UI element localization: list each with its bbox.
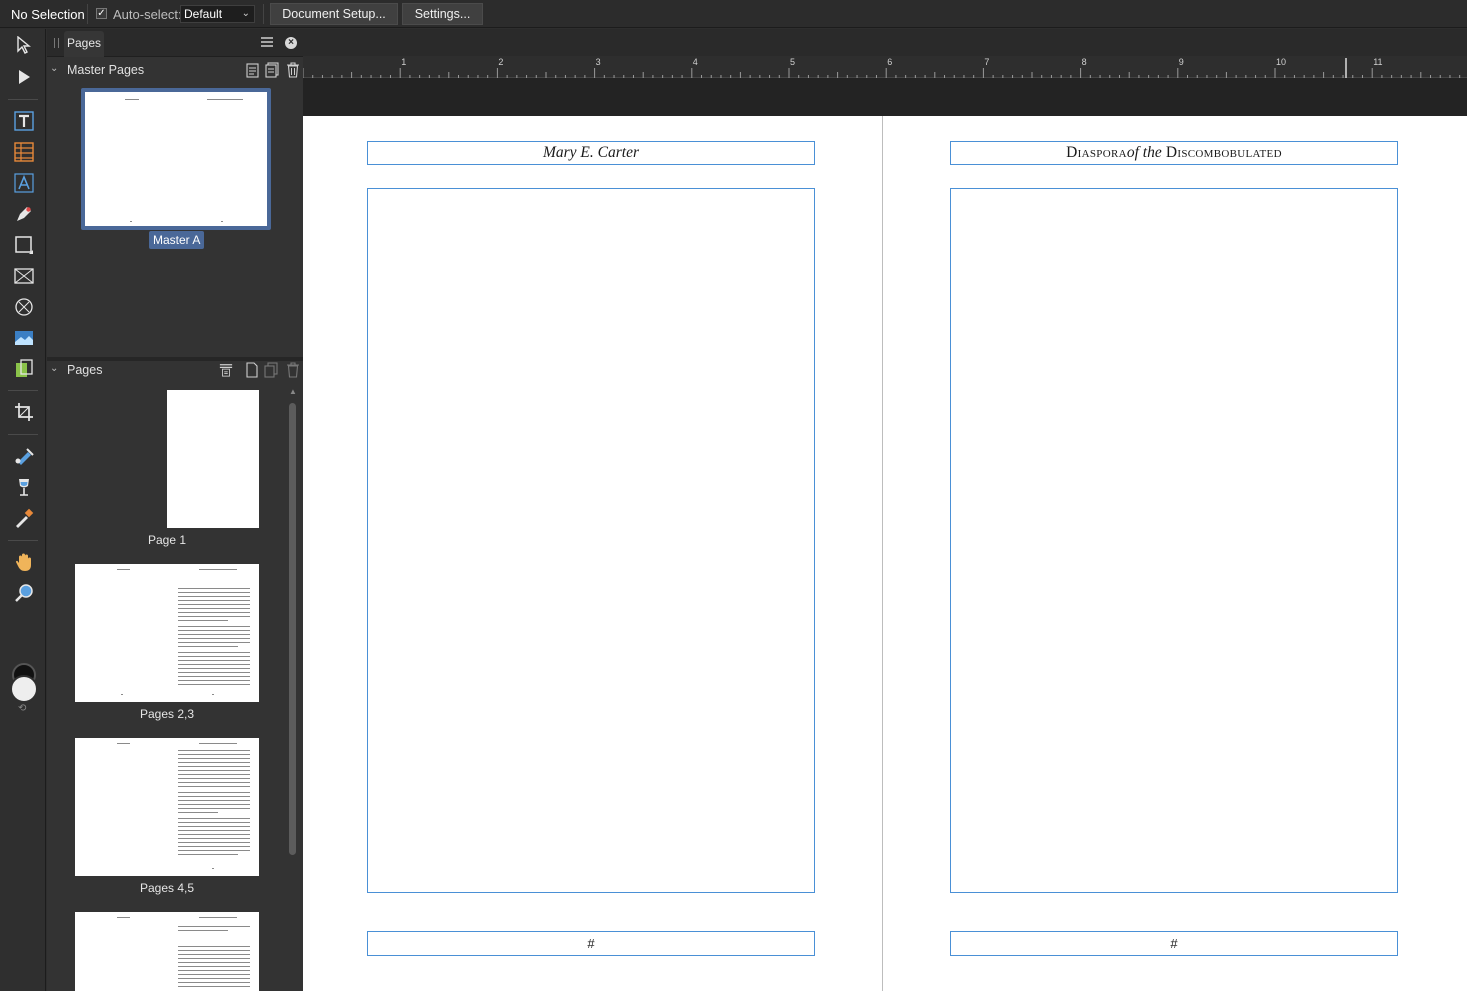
scroll-up-arrow-icon[interactable]: ▲ bbox=[289, 387, 297, 396]
document-setup-button[interactable]: Document Setup... bbox=[270, 3, 398, 25]
node-tool-icon[interactable] bbox=[11, 64, 37, 90]
ruler-label: 11 bbox=[1373, 57, 1382, 67]
fill-tool-icon[interactable] bbox=[11, 443, 37, 469]
pages-panel: Pages × ⌄ Master Pages Master A ⌄ Pages … bbox=[47, 29, 303, 991]
table-tool-icon[interactable] bbox=[11, 139, 37, 165]
foreground-color-swatch[interactable] bbox=[10, 675, 38, 703]
ruler-label: 3 bbox=[596, 57, 601, 67]
tab-pages[interactable]: Pages bbox=[64, 31, 104, 57]
ruler-label: 4 bbox=[693, 57, 698, 67]
tool-separator bbox=[8, 99, 38, 100]
master-a-thumbnail[interactable] bbox=[81, 88, 271, 230]
pages-6-7-thumbnail[interactable] bbox=[75, 912, 259, 991]
picture-frame-tool-icon[interactable] bbox=[11, 263, 37, 289]
page-1-thumbnail[interactable] bbox=[167, 390, 259, 528]
left-footer-frame[interactable]: # bbox=[367, 931, 815, 956]
pages-4-5-thumbnail[interactable] bbox=[75, 738, 259, 876]
document-canvas[interactable]: 123456789101112 Mary E. Carter # Diaspor… bbox=[303, 29, 1467, 991]
add-page-icon[interactable] bbox=[245, 362, 259, 378]
auto-select-value: Default bbox=[184, 7, 223, 21]
tools-panel: ⟲ bbox=[0, 29, 46, 991]
auto-select-checkbox[interactable]: ✓ bbox=[96, 8, 107, 19]
ruler-label: 9 bbox=[1179, 57, 1184, 67]
ruler-label: 8 bbox=[1082, 57, 1087, 67]
spread-fold-line bbox=[882, 116, 883, 991]
chevron-down-icon[interactable]: ⌄ bbox=[50, 363, 58, 374]
pages-title: Pages bbox=[67, 363, 103, 377]
chevron-down-icon: ⌄ bbox=[241, 8, 250, 19]
close-panel-icon[interactable]: × bbox=[285, 37, 297, 49]
right-header-part-2: of the bbox=[1126, 144, 1162, 161]
left-header-frame[interactable]: Mary E. Carter bbox=[367, 141, 815, 165]
pages-section-header[interactable]: ⌄ Pages bbox=[47, 358, 303, 384]
crop-tool-icon[interactable] bbox=[11, 399, 37, 425]
ruler-label: 7 bbox=[984, 57, 989, 67]
tool-separator bbox=[8, 390, 38, 391]
left-header-text: Mary E. Carter bbox=[542, 144, 639, 161]
ruler-label: 2 bbox=[498, 57, 503, 67]
page-spread[interactable]: Mary E. Carter # Diaspora of the Discomb… bbox=[303, 116, 1467, 991]
pen-tool-icon[interactable] bbox=[11, 201, 37, 227]
right-header-frame[interactable]: Diaspora of the Discombobulated bbox=[950, 141, 1398, 165]
left-page-number-field: # bbox=[587, 936, 595, 951]
trash-icon[interactable] bbox=[286, 62, 300, 78]
right-header-text: Diaspora of the Discombobulated bbox=[951, 142, 1397, 164]
toolbar-separator bbox=[87, 4, 88, 24]
tool-separator bbox=[8, 434, 38, 435]
ruler-label: 5 bbox=[790, 57, 795, 67]
ellipse-frame-tool-icon[interactable] bbox=[11, 294, 37, 320]
master-pages-section-header[interactable]: ⌄ Master Pages bbox=[47, 58, 303, 84]
pages-2-3-label: Pages 2,3 bbox=[139, 707, 195, 721]
pages-2-3-thumbnail[interactable] bbox=[75, 564, 259, 702]
view-tool-icon[interactable] bbox=[11, 549, 37, 575]
chevron-down-icon[interactable]: ⌄ bbox=[50, 63, 58, 74]
ruler-ticks: 123456789101112 bbox=[303, 57, 1461, 78]
place-tool-icon[interactable] bbox=[11, 356, 37, 382]
right-header-part-3: Discombobulated bbox=[1161, 144, 1282, 161]
right-page-number-field: # bbox=[1170, 936, 1178, 951]
context-toolbar: No Selection ✓ Auto-select: Default ⌄ Do… bbox=[0, 0, 1467, 28]
ruler-label: 6 bbox=[887, 57, 892, 67]
panel-menu-icon[interactable] bbox=[261, 37, 273, 47]
add-master-icon[interactable] bbox=[246, 62, 260, 78]
master-a-label[interactable]: Master A bbox=[149, 231, 205, 249]
move-tool-icon[interactable] bbox=[11, 32, 37, 58]
swap-colors-icon[interactable]: ⟲ bbox=[18, 703, 26, 714]
auto-select-dropdown[interactable]: Default ⌄ bbox=[180, 5, 255, 23]
artistic-text-tool-icon[interactable] bbox=[11, 170, 37, 196]
rectangle-tool-icon[interactable] bbox=[11, 232, 37, 258]
selection-status: No Selection bbox=[11, 7, 85, 22]
duplicate-page-icon[interactable] bbox=[264, 362, 278, 378]
canvas-top-strip bbox=[303, 29, 1467, 56]
left-body-text-frame[interactable] bbox=[367, 188, 815, 893]
pages-4-5-label: Pages 4,5 bbox=[139, 881, 195, 895]
settings-button[interactable]: Settings... bbox=[402, 3, 483, 25]
color-picker-tool-icon[interactable] bbox=[11, 505, 37, 531]
page-1-label: Page 1 bbox=[147, 533, 187, 547]
panel-tab-bar: Pages × bbox=[47, 29, 303, 57]
right-body-text-frame[interactable] bbox=[950, 188, 1398, 893]
horizontal-ruler[interactable]: 123456789101112 bbox=[303, 56, 1467, 78]
delete-page-icon[interactable] bbox=[286, 362, 300, 378]
zoom-tool-icon[interactable] bbox=[11, 580, 37, 606]
color-well[interactable]: ⟲ bbox=[9, 663, 39, 714]
right-header-part-1: Diaspora bbox=[1066, 144, 1127, 161]
panel-grip-icon[interactable] bbox=[54, 38, 59, 48]
transparency-tool-icon[interactable] bbox=[11, 474, 37, 500]
place-image-tool-icon[interactable] bbox=[11, 325, 37, 351]
duplicate-master-icon[interactable] bbox=[265, 62, 279, 78]
auto-select-label: Auto-select: bbox=[113, 7, 182, 22]
toolbar-separator bbox=[263, 4, 264, 24]
tool-separator bbox=[8, 540, 38, 541]
right-footer-frame[interactable]: # bbox=[950, 931, 1398, 956]
frame-text-tool-icon[interactable] bbox=[11, 108, 37, 134]
ruler-label: 1 bbox=[401, 57, 406, 67]
page-layout-icon[interactable] bbox=[219, 362, 233, 378]
pages-scrollbar-thumb[interactable] bbox=[289, 403, 296, 855]
ruler-label: 10 bbox=[1276, 57, 1286, 67]
master-pages-title: Master Pages bbox=[67, 63, 145, 77]
